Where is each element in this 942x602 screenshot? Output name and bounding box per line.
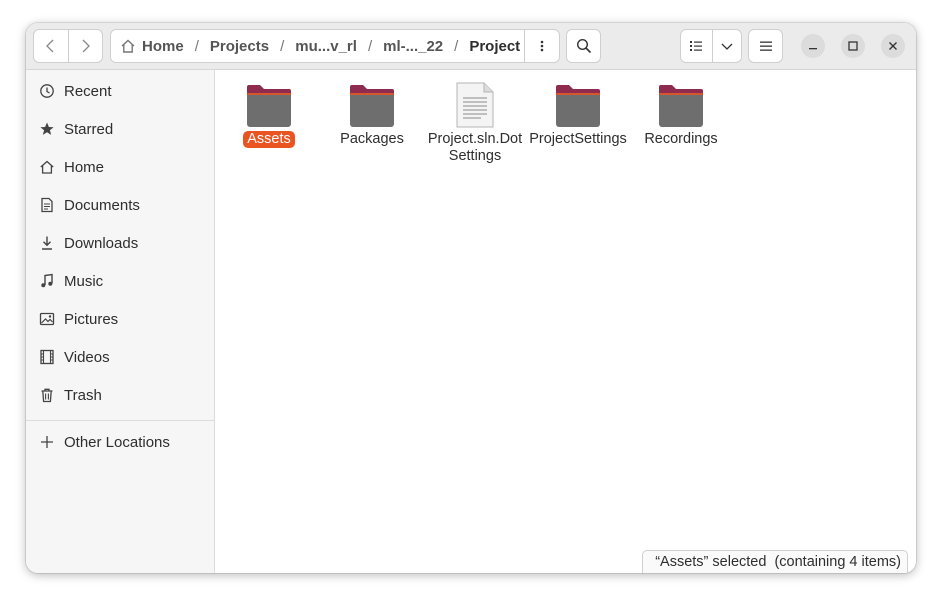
status-bar: “Assets” selected (containing 4 items) <box>642 550 908 573</box>
list-view-icon <box>690 41 703 51</box>
forward-button[interactable] <box>67 30 103 62</box>
sidebar-item-videos[interactable]: Videos <box>26 338 214 376</box>
navigation-buttons <box>33 29 103 63</box>
home-icon <box>120 38 136 54</box>
chevron-left-icon <box>45 39 54 53</box>
list-view-button[interactable] <box>681 30 712 62</box>
sidebar-item-downloads[interactable]: Downloads <box>26 224 214 262</box>
view-options-button[interactable] <box>711 30 741 62</box>
film-icon <box>39 349 55 365</box>
file-name: Recordings <box>644 131 718 147</box>
sidebar-item-label: Home <box>64 158 105 176</box>
folder-icon <box>528 78 628 128</box>
path-bar: Home / Projects / mu...v_rl / ml-..._22 … <box>110 29 560 63</box>
sidebar-item-trash[interactable]: Trash <box>26 376 214 414</box>
sidebar-item-other-locations[interactable]: Other Locations <box>26 423 214 461</box>
maximize-button[interactable] <box>841 34 865 58</box>
sidebar-item-starred[interactable]: Starred <box>26 110 214 148</box>
minimize-icon <box>809 48 817 50</box>
status-text: “Assets” selected (containing 4 items) <box>655 554 901 570</box>
clock-icon <box>39 83 55 99</box>
music-note-icon <box>39 273 55 289</box>
file-item-projectsettings[interactable]: ProjectSettings <box>528 78 628 148</box>
file-view: Assets Packages Project.sln.DotSettings … <box>215 70 916 573</box>
chevron-down-icon <box>721 43 733 50</box>
sidebar-item-label: Downloads <box>64 234 139 252</box>
file-item-packages[interactable]: Packages <box>322 78 422 148</box>
path-menu-button[interactable] <box>524 30 559 62</box>
sidebar-item-home[interactable]: Home <box>26 148 214 186</box>
sidebar-item-pictures[interactable]: Pictures <box>26 300 214 338</box>
breadcrumb-separator: / <box>280 37 285 55</box>
file-item-project-sln-dotsettings[interactable]: Project.sln.DotSettings <box>425 78 525 165</box>
file-name: Project.sln.DotSettings <box>427 131 523 164</box>
file-item-recordings[interactable]: Recordings <box>631 78 731 148</box>
sidebar: Recent Starred Home Documents Downloads … <box>26 70 215 573</box>
sidebar-item-music[interactable]: Music <box>26 262 214 300</box>
breadcrumb-home[interactable]: Home <box>142 38 184 55</box>
back-button[interactable] <box>34 30 68 62</box>
sidebar-item-label: Videos <box>64 348 110 366</box>
folder-icon <box>322 78 422 128</box>
folder-icon <box>219 78 319 128</box>
sidebar-item-label: Music <box>64 272 104 290</box>
sidebar-item-label: Pictures <box>64 310 119 328</box>
folder-icon <box>631 78 731 128</box>
sidebar-item-label: Starred <box>64 120 114 138</box>
breadcrumb-ml-22[interactable]: ml-..._22 <box>383 38 443 55</box>
breadcrumb-separator: / <box>454 37 459 55</box>
maximize-icon <box>848 41 858 51</box>
document-icon <box>39 197 55 213</box>
breadcrumb-projects[interactable]: Projects <box>210 38 269 55</box>
main-menu-button[interactable] <box>748 29 783 63</box>
vertical-dots-icon <box>540 40 544 52</box>
download-icon <box>39 235 55 251</box>
file-manager-window: Home / Projects / mu...v_rl / ml-..._22 … <box>26 23 916 573</box>
text-file-icon <box>425 78 525 128</box>
breadcrumb-mu-v-rl[interactable]: mu...v_rl <box>295 38 357 55</box>
chevron-right-icon <box>82 39 91 53</box>
star-icon <box>39 121 55 137</box>
close-icon <box>889 42 897 50</box>
close-button[interactable] <box>881 34 905 58</box>
hamburger-menu-icon <box>759 41 772 51</box>
search-button[interactable] <box>566 29 601 63</box>
file-name: Assets <box>243 131 295 148</box>
file-name: Packages <box>340 131 404 147</box>
file-item-assets[interactable]: Assets <box>219 78 319 148</box>
view-toggle-group <box>680 29 742 63</box>
breadcrumb-project[interactable]: Project <box>469 38 520 55</box>
sidebar-item-label: Documents <box>64 196 140 214</box>
breadcrumb-separator: / <box>367 37 373 55</box>
search-icon <box>576 38 591 54</box>
file-name: ProjectSettings <box>529 131 627 147</box>
sidebar-item-label: Recent <box>64 82 112 100</box>
sidebar-item-recent[interactable]: Recent <box>26 72 214 110</box>
picture-icon <box>39 311 55 327</box>
sidebar-item-documents[interactable]: Documents <box>26 186 214 224</box>
plus-icon <box>39 434 55 450</box>
trash-icon <box>39 387 55 403</box>
sidebar-item-label: Other Locations <box>64 433 170 451</box>
sidebar-divider <box>26 420 214 421</box>
home-icon <box>39 159 55 175</box>
sidebar-item-label: Trash <box>64 386 102 404</box>
header-bar: Home / Projects / mu...v_rl / ml-..._22 … <box>26 23 916 70</box>
breadcrumb-separator: / <box>194 37 199 55</box>
minimize-button[interactable] <box>801 34 825 58</box>
